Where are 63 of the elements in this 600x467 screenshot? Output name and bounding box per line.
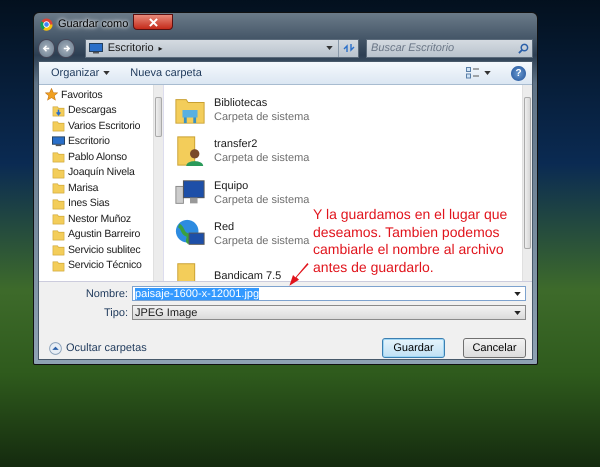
desktop-icon bbox=[52, 134, 65, 148]
new-folder-button[interactable]: Nueva carpeta bbox=[124, 65, 208, 81]
desktop-icon bbox=[88, 42, 103, 54]
folder-icon bbox=[52, 166, 65, 179]
breadcrumb-separator[interactable]: ▸ bbox=[158, 44, 163, 52]
sidebar-item[interactable]: Agustin Barreiro bbox=[45, 226, 153, 242]
forward-button[interactable] bbox=[57, 38, 75, 58]
folder-icon bbox=[52, 258, 65, 272]
help-button[interactable]: ? bbox=[511, 66, 526, 80]
folder-icon bbox=[52, 119, 65, 132]
folder-icon bbox=[52, 181, 65, 194]
annotation-arrow bbox=[287, 262, 311, 288]
sidebar-item[interactable]: Joaquín Nivela bbox=[45, 164, 153, 180]
downloads-folder-icon bbox=[52, 104, 65, 117]
back-button[interactable] bbox=[38, 38, 56, 58]
save-button[interactable]: Guardar bbox=[382, 338, 445, 358]
sidebar-item[interactable]: Ines Sias bbox=[45, 196, 153, 211]
address-location[interactable]: Escritorio bbox=[108, 42, 154, 54]
sidebar-item[interactable]: Varios Escritorio bbox=[45, 118, 153, 134]
browser-icon bbox=[40, 18, 53, 30]
scrollbar[interactable] bbox=[522, 85, 532, 281]
cancel-button[interactable]: Cancelar bbox=[463, 338, 526, 358]
address-bar[interactable]: Escritorio ▸ bbox=[84, 38, 359, 58]
field-label: Nombre: bbox=[84, 288, 128, 300]
sidebar-item[interactable]: Marisa bbox=[45, 180, 153, 196]
field-label: Tipo: bbox=[102, 306, 128, 318]
file-item[interactable]: Equipo Carpeta de sistema bbox=[174, 172, 310, 214]
folder-icon bbox=[52, 228, 65, 241]
scrollbar[interactable] bbox=[153, 85, 163, 281]
folder-icon bbox=[52, 150, 65, 164]
refresh-icon bbox=[342, 43, 354, 53]
folder-icon bbox=[52, 243, 65, 256]
organize-menu[interactable]: Organizar bbox=[45, 65, 116, 81]
annotation-text: Y la guardamos en el lugar que deseamos. Tambien podemos cambiarle el nombre al archivo antes de guardarlo. bbox=[313, 206, 508, 276]
sidebar-item[interactable]: Descargas bbox=[45, 102, 153, 118]
dropdown-arrow-icon bbox=[514, 292, 521, 296]
close-icon bbox=[148, 18, 158, 26]
sidebar-item[interactable]: Pablo Alonso bbox=[45, 149, 153, 164]
sidebar-item[interactable]: Servicio sublitec bbox=[45, 242, 153, 258]
close-button[interactable] bbox=[133, 14, 174, 30]
sidebar-item[interactable]: Escritorio bbox=[45, 134, 153, 149]
search-icon bbox=[518, 42, 529, 54]
sidebar-item[interactable]: Nestor Muñoz bbox=[45, 211, 153, 226]
search-field[interactable]: Buscar Escritorio bbox=[366, 38, 533, 58]
file-item[interactable]: Red Carpeta de sistema bbox=[174, 214, 310, 255]
back-arrow-icon bbox=[42, 44, 52, 52]
dropdown-arrow-icon[interactable] bbox=[326, 46, 333, 50]
dropdown-arrow-icon bbox=[514, 310, 521, 314]
sidebar-item[interactable]: Servicio Técnico bbox=[45, 258, 153, 273]
folder-icon bbox=[52, 212, 65, 226]
file-item[interactable]: Bandicam 7.5 bbox=[174, 255, 282, 281]
caret-icon bbox=[103, 71, 110, 75]
file-type-dropdown[interactable]: JPEG Image bbox=[132, 305, 526, 320]
hide-folders-button[interactable]: Ocultar carpetas bbox=[49, 342, 147, 354]
sidebar-item[interactable]: Favoritos bbox=[45, 87, 153, 102]
file-item[interactable]: Bibliotecas Carpeta de sistema bbox=[174, 89, 310, 130]
caret-icon bbox=[484, 71, 491, 75]
view-list-icon bbox=[466, 67, 480, 79]
file-item[interactable]: transfer2 Carpeta de sistema bbox=[174, 130, 310, 172]
forward-arrow-icon bbox=[62, 44, 71, 52]
window-title: Guardar como bbox=[58, 18, 128, 30]
star-icon bbox=[45, 88, 58, 102]
folder-icon bbox=[52, 196, 65, 210]
